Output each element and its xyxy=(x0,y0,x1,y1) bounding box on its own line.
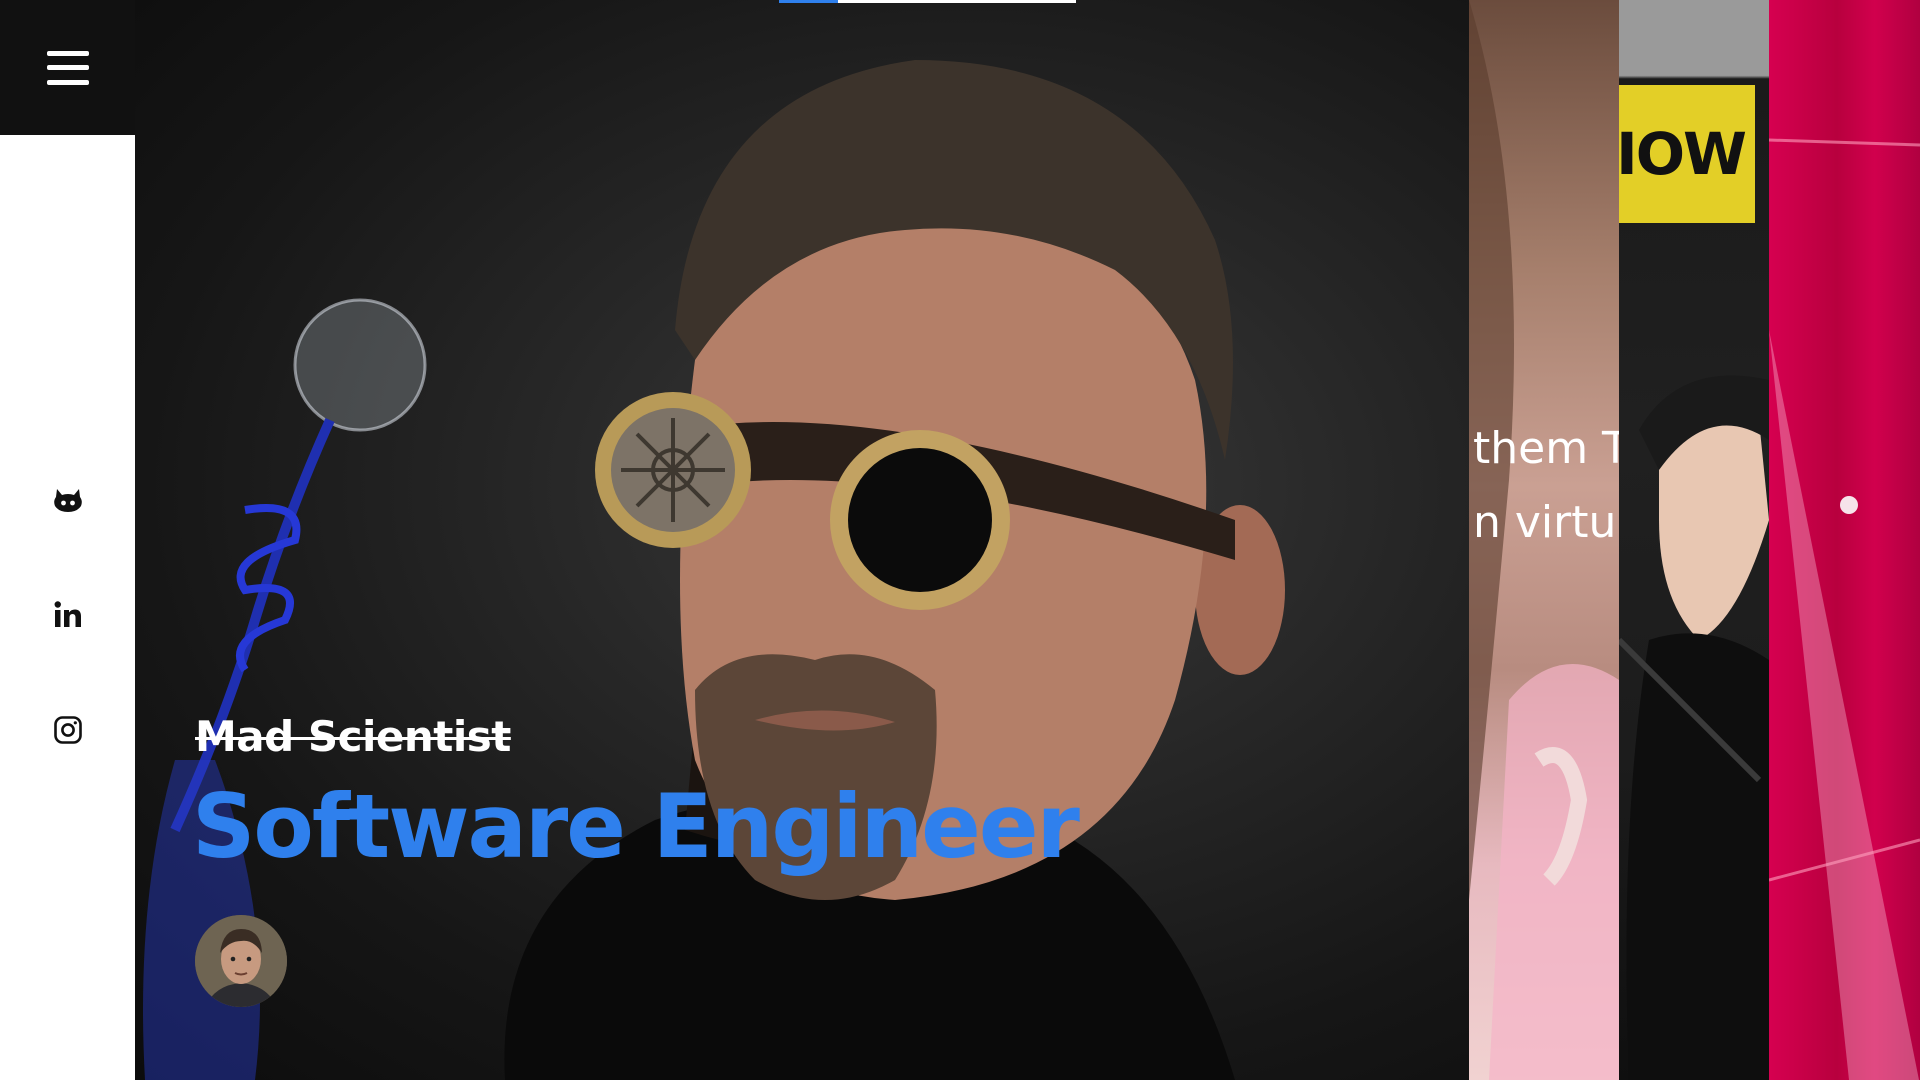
avatar[interactable] xyxy=(195,915,287,1007)
menu-button[interactable] xyxy=(0,0,135,135)
hero-photo xyxy=(143,60,1285,1080)
preview-1-text-line-2: n virtu xyxy=(1473,497,1617,548)
slide-progress-fill xyxy=(779,0,839,3)
preview-slide-3[interactable] xyxy=(1769,0,1920,1080)
github-link[interactable] xyxy=(0,475,135,525)
social-sidebar xyxy=(0,135,135,1080)
page-title: Software Engineer xyxy=(192,775,1080,878)
github-icon xyxy=(53,489,82,512)
preview-image-3 xyxy=(1769,138,1920,1080)
linkedin-link[interactable] xyxy=(0,590,135,640)
slide-progress-track xyxy=(779,0,1076,3)
linkedin-icon xyxy=(54,601,81,627)
preview-slide-1[interactable]: them T n virtu xyxy=(1469,0,1619,1080)
preview-1-text-line-1: them T xyxy=(1473,423,1619,474)
instagram-icon xyxy=(53,716,82,744)
preview-image-2 xyxy=(1619,375,1769,1080)
instagram-link[interactable] xyxy=(0,705,135,755)
preview-slide-2[interactable]: IOW xyxy=(1619,0,1769,1080)
struck-title: Mad Scientist xyxy=(195,712,511,761)
hero-slide: Mad Scientist Software Engineer xyxy=(135,0,1469,1080)
hamburger-icon xyxy=(46,50,89,85)
